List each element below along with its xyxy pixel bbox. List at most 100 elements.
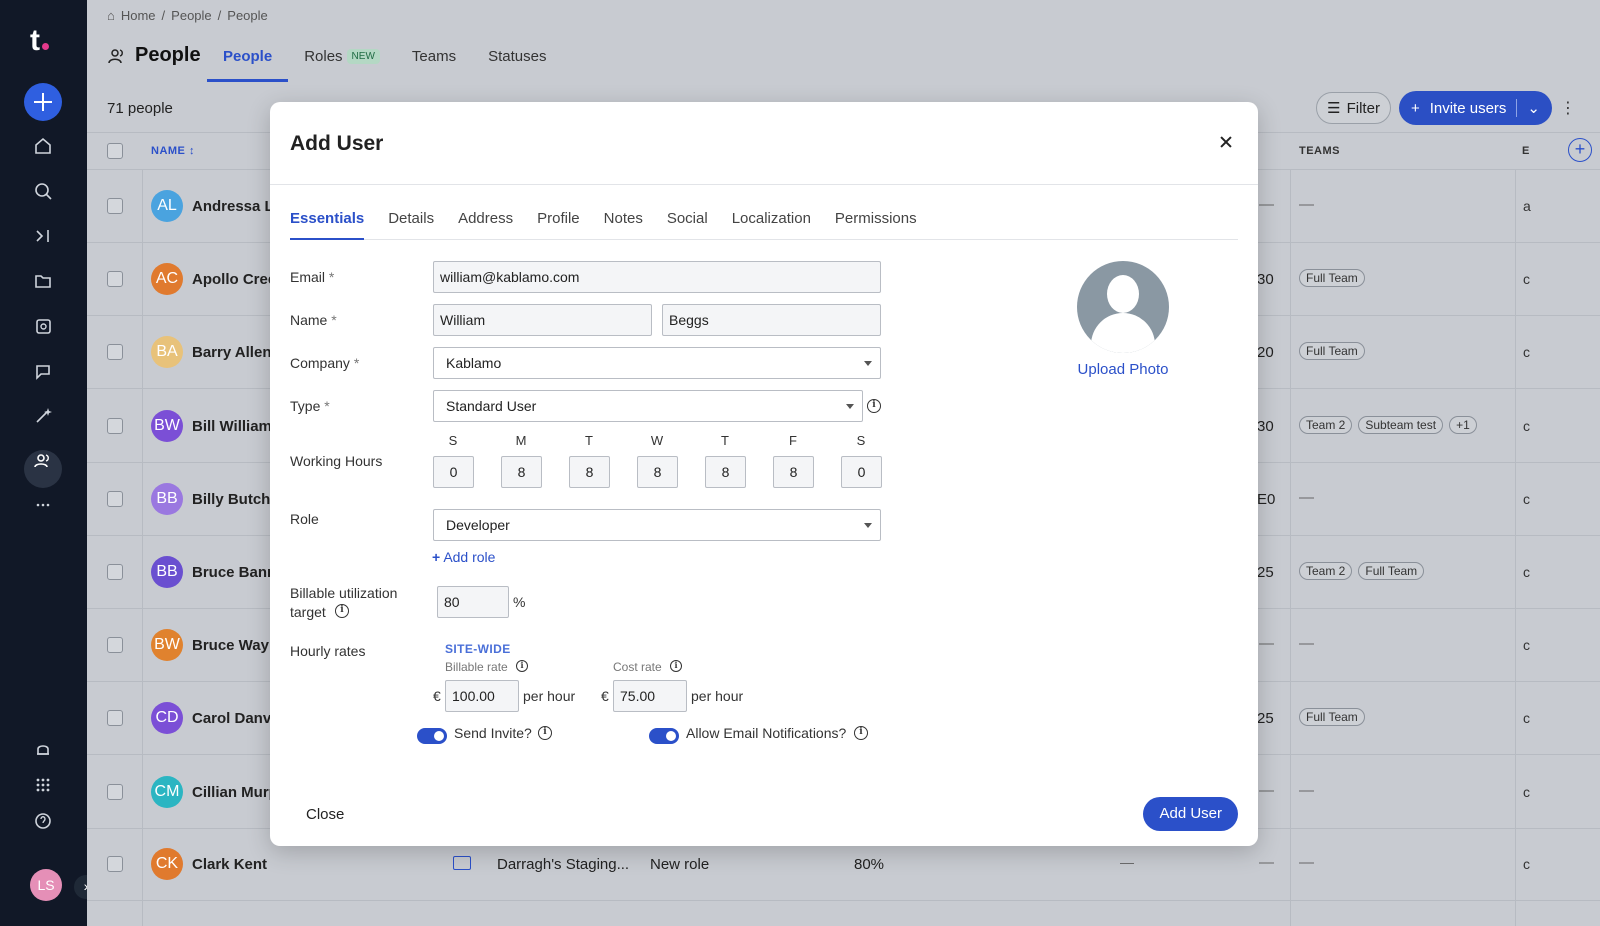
add-role-link[interactable]: + Add role [432,549,495,565]
feedback-icon[interactable] [28,356,58,386]
people-icon[interactable] [28,446,58,476]
team-pill[interactable]: Team 2 [1299,562,1353,580]
add-column-button[interactable]: + [1568,138,1592,162]
apps-grid-icon[interactable] [28,770,58,800]
last-name-field[interactable]: Beggs [662,304,881,336]
add-user-button[interactable]: Add User [1143,797,1238,831]
tab-address[interactable]: Address [458,202,513,240]
person-name[interactable]: Billy Butche [192,491,279,508]
help-icon[interactable] [28,806,58,836]
team-pill[interactable]: Full Team [1358,562,1425,580]
email-label-text: Email [290,269,326,285]
cost-rate-input[interactable]: 75.00 [613,680,687,712]
person-name[interactable]: Bruce Bann [192,564,276,581]
person-name[interactable]: Cillian Murp [192,784,278,801]
person-name[interactable]: Carol Danve [192,710,280,727]
row-checkbox[interactable] [107,417,123,434]
magic-icon[interactable] [28,401,58,431]
person-name[interactable]: Clark Kent [192,856,267,873]
info-icon[interactable]: i [335,604,349,618]
person-name[interactable]: Apollo Cree [192,271,276,288]
team-pill[interactable]: Subteam test [1358,415,1444,434]
info-icon[interactable]: i [538,726,552,740]
organization: Darragh's Staging... [497,856,630,873]
info-icon[interactable]: i [854,726,868,740]
company-select[interactable]: Kablamo [433,347,881,379]
close-icon[interactable] [1216,132,1236,152]
tab-localization[interactable]: Localization [732,202,811,240]
bell-icon[interactable] [28,735,58,765]
hours-tuesday-input[interactable]: 8 [569,456,610,488]
empty-value: — [1259,854,1274,871]
more-icon[interactable] [28,490,58,520]
create-new-button[interactable] [24,83,62,121]
tab-teams[interactable]: Teams [396,40,472,82]
tab-statuses[interactable]: Statuses [472,40,562,82]
team-pill[interactable]: Team 2 [1299,415,1353,434]
filter-button[interactable]: ☰ Filter [1316,92,1391,124]
collapse-icon[interactable] [28,221,58,251]
more-options-icon[interactable]: ⋮ [1560,98,1576,118]
info-icon[interactable]: i [867,399,881,413]
chevron-down-icon[interactable]: ⌄ [1516,99,1540,117]
row-checkbox[interactable] [107,198,123,214]
close-button[interactable]: Close [306,806,344,823]
invite-users-button[interactable]: + Invite users ⌄ [1398,91,1552,125]
hours-monday-input[interactable]: 8 [501,456,542,488]
first-name-field[interactable]: William [433,304,652,336]
tab-roles[interactable]: Roles NEW [288,40,396,82]
hours-saturday-input[interactable]: 0 [841,456,882,488]
utilization-input[interactable]: 80 [437,586,509,618]
reports-icon[interactable] [28,311,58,341]
folder-icon[interactable] [28,266,58,296]
billable-rate-input[interactable]: 100.00 [445,680,519,712]
send-invite-toggle[interactable] [417,728,447,744]
tab-notes[interactable]: Notes [604,202,643,240]
info-icon[interactable]: i [670,660,682,672]
team-pill[interactable]: +1 [1449,415,1477,434]
hours-thursday-input[interactable]: 8 [705,456,746,488]
email-notifications-toggle[interactable] [649,728,679,744]
team-pill[interactable]: Full Team [1299,342,1365,361]
select-all-checkbox[interactable] [107,143,123,159]
hours-wednesday-input[interactable]: 8 [637,456,678,488]
row-checkbox[interactable] [107,564,123,580]
person-name[interactable]: Bruce Wayn [192,637,278,654]
breadcrumb-people[interactable]: People [171,8,211,23]
search-icon[interactable] [28,176,58,206]
profile-photo-placeholder[interactable] [1077,261,1169,353]
tab-essentials[interactable]: Essentials [290,202,365,240]
app-logo[interactable]: t [30,24,49,58]
home-icon[interactable] [28,131,58,161]
row-checkbox[interactable] [107,271,123,288]
hours-friday-input[interactable]: 8 [773,456,814,488]
upload-photo-link[interactable]: Upload Photo [1077,361,1169,378]
row-checkbox[interactable] [107,856,123,872]
breadcrumb-home[interactable]: Home [121,8,156,23]
team-pill[interactable]: Full Team [1299,269,1365,288]
tab-people[interactable]: People [207,40,289,82]
person-name[interactable]: Bill Williams [192,418,280,435]
column-teams-header[interactable]: TEAMS [1299,145,1340,157]
team-pill[interactable]: Full Team [1299,708,1365,727]
column-name-header[interactable]: NAME ↕ [151,145,195,157]
type-select[interactable]: Standard User [433,390,863,422]
column-e-header[interactable]: E [1522,145,1530,157]
mail-icon[interactable] [453,856,471,870]
person-name[interactable]: Andressa L [192,198,274,215]
info-icon[interactable]: i [516,660,528,672]
row-checkbox[interactable] [107,637,123,654]
hours-sunday-input[interactable]: 0 [433,456,474,488]
row-checkbox[interactable] [107,710,123,727]
role-select[interactable]: Developer [433,509,881,541]
tab-details[interactable]: Details [388,202,434,240]
tab-profile[interactable]: Profile [537,202,580,240]
tab-social[interactable]: Social [667,202,708,240]
row-checkbox[interactable] [107,344,123,361]
row-checkbox[interactable] [107,783,123,800]
row-checkbox[interactable] [107,490,123,507]
tab-permissions[interactable]: Permissions [835,202,917,240]
user-avatar[interactable]: LS [30,869,62,901]
email-field[interactable]: william@kablamo.com [433,261,881,293]
person-name[interactable]: Barry Allen [192,344,271,361]
